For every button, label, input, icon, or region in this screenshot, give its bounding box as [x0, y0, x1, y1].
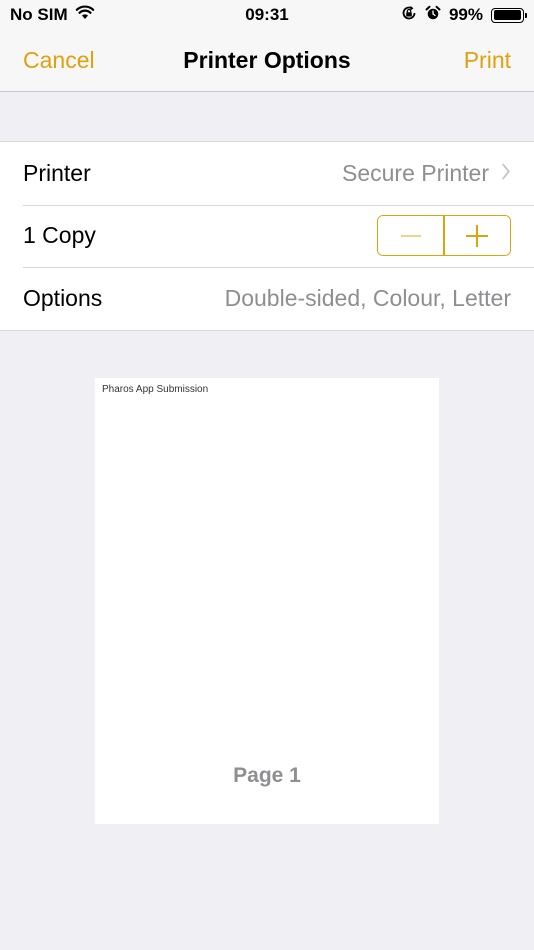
navigation-bar: Cancel Printer Options Print	[0, 30, 534, 92]
printer-label: Printer	[23, 159, 91, 186]
printer-row[interactable]: Printer Secure Printer	[0, 142, 534, 205]
minus-icon	[400, 234, 421, 237]
preview-page-label: Page 1	[233, 764, 301, 787]
status-right: 99%	[401, 5, 527, 26]
options-value: Double-sided, Colour, Letter	[224, 284, 511, 311]
battery-percent: 99%	[448, 5, 483, 24]
printer-value-group: Secure Printer	[342, 160, 511, 187]
cancel-button[interactable]: Cancel	[23, 47, 95, 74]
printer-value: Secure Printer	[341, 159, 489, 186]
copies-label: 1 Copy	[23, 222, 96, 249]
battery-icon	[491, 7, 527, 23]
carrier-label: No SIM	[10, 5, 68, 24]
copies-row: 1 Copy	[0, 204, 534, 268]
print-preview-page[interactable]: Pharos App Submission Page 1	[95, 378, 439, 824]
orientation-lock-icon	[401, 5, 417, 26]
print-button[interactable]: Print	[464, 47, 511, 74]
copies-stepper	[377, 215, 511, 257]
status-bar: No SIM 09:31 99%	[0, 0, 534, 30]
battery-fill	[493, 10, 522, 20]
chevron-right-icon	[502, 160, 510, 186]
printer-options-screen: No SIM 09:31 99% Cancel Printer Options …	[0, 0, 534, 950]
plus-icon	[466, 224, 489, 247]
options-row[interactable]: Options Double-sided, Colour, Letter	[0, 267, 534, 330]
decrement-button[interactable]	[378, 216, 444, 256]
alarm-icon	[425, 5, 441, 26]
increment-button[interactable]	[444, 216, 510, 256]
wifi-icon	[75, 5, 95, 25]
printer-settings-table: Printer Secure Printer 1 Copy Options Do…	[0, 141, 534, 331]
options-label: Options	[23, 284, 103, 311]
preview-header-text: Pharos App Submission	[102, 384, 209, 395]
status-left: No SIM	[10, 5, 95, 25]
